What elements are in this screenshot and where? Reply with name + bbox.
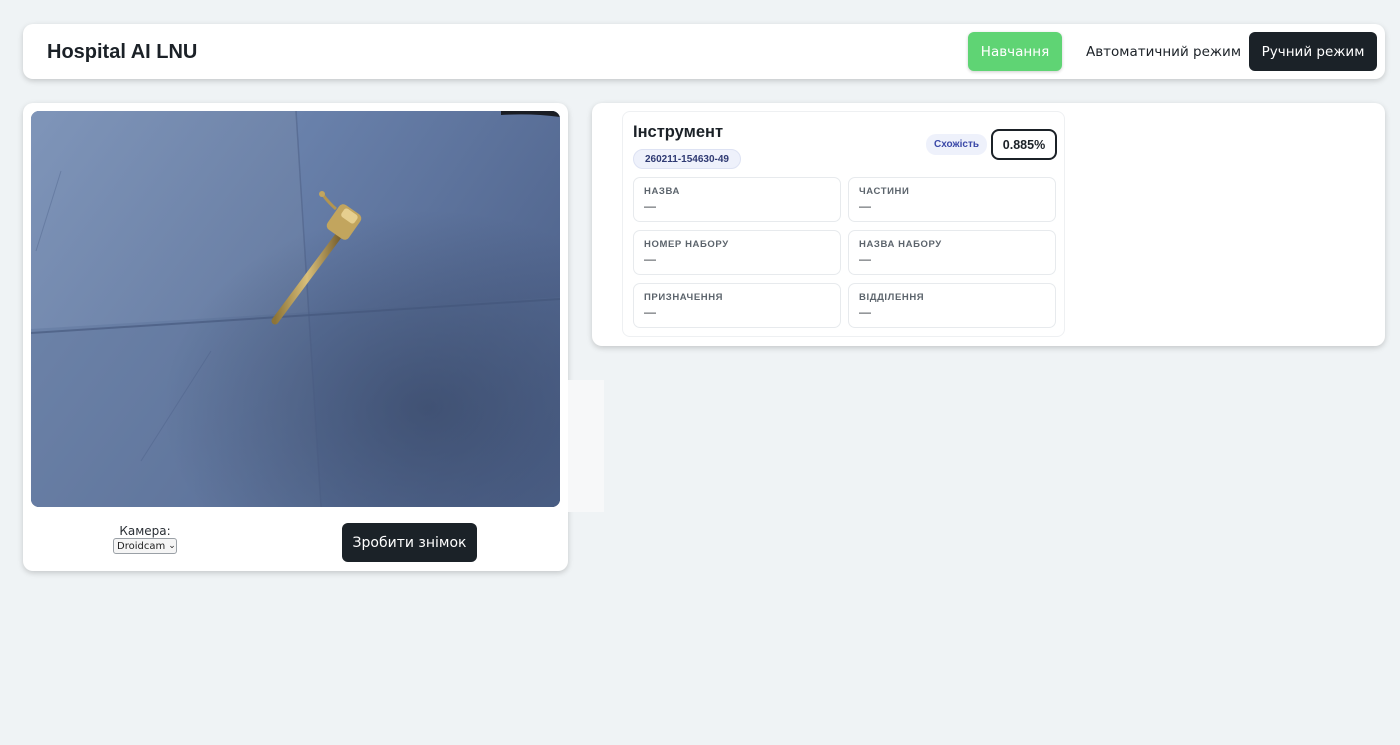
camera-select[interactable]: Droidcam ⌄ [113,538,177,554]
field-value: — [644,252,656,266]
field-label: НАЗВА НАБОРУ [859,239,942,250]
auto-mode-button[interactable]: Автоматичний режим [1080,32,1247,71]
background-strip [568,380,604,512]
result-panel: Інструмент 260211-154630-49 Схожість 0.8… [592,103,1385,346]
instrument-id-badge: 260211-154630-49 [633,149,741,169]
chevron-down-icon: ⌄ [168,541,176,551]
field-purpose: ПРИЗНАЧЕННЯ — [633,283,841,328]
field-label: ЧАСТИНИ [859,186,910,197]
similarity-value: 0.885% [991,129,1057,160]
instrument-title: Інструмент [633,123,724,141]
field-label: НОМЕР НАБОРУ [644,239,729,250]
take-snapshot-button[interactable]: Зробити знімок [342,523,477,562]
field-label: НАЗВА [644,186,680,197]
training-button[interactable]: Навчання [968,32,1062,71]
instrument-card: Інструмент 260211-154630-49 Схожість 0.8… [622,111,1065,337]
camera-select-value: Droidcam [117,540,166,552]
field-value: — [859,199,871,213]
camera-panel: Камера: Droidcam ⌄ Зробити знімок [23,103,568,571]
camera-feed [31,111,560,507]
field-label: ПРИЗНАЧЕННЯ [644,292,724,303]
field-value: — [644,199,656,213]
field-name: НАЗВА — [633,177,841,222]
top-navbar: Hospital AI LNU Навчання Автоматичний ре… [23,24,1385,79]
manual-mode-button[interactable]: Ручний режим [1249,32,1377,71]
camera-label: Камера: [119,524,171,538]
field-value: — [859,252,871,266]
field-label: ВІДДІЛЕННЯ [859,292,925,303]
field-set-name: НАЗВА НАБОРУ — [848,230,1056,275]
field-value: — [859,305,871,319]
camera-image [31,111,560,507]
app-title: Hospital AI LNU [47,41,198,63]
field-set-number: НОМЕР НАБОРУ — [633,230,841,275]
field-department: ВІДДІЛЕННЯ — [848,283,1056,328]
similarity-label: Схожість [926,134,987,155]
field-parts: ЧАСТИНИ — [848,177,1056,222]
field-value: — [644,305,656,319]
